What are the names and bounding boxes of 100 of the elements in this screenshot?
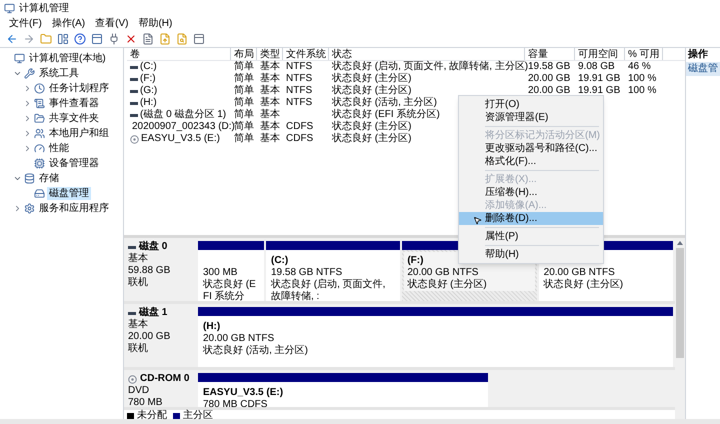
folder-icon[interactable] xyxy=(38,32,53,46)
table-cell-text: 状态良好 (主分区) xyxy=(332,73,412,84)
partition-block[interactable]: (C:) 19.58 GB NTFS 状态良好 (启动, 页面文件, 故障转储, : xyxy=(266,241,400,301)
table-cell: 20.00 GB xyxy=(528,73,570,85)
legend-label: 未分配 xyxy=(137,410,167,419)
table-cell: (C:) xyxy=(140,61,157,73)
context-menu-item[interactable]: 资源管理器(E) xyxy=(459,111,603,124)
menu-item[interactable]: 操作(A) xyxy=(52,17,86,30)
partition-status: 状态良好 (启动, 页面文件, 故障转储, : xyxy=(271,279,386,301)
disk-label-panel[interactable]: CD-ROM 0 DVD 780 MB xyxy=(124,370,198,407)
partition-size: 20.00 GB NTFS xyxy=(544,267,616,278)
column-header[interactable]: 状态 xyxy=(329,48,525,60)
expander-icon[interactable] xyxy=(12,69,22,78)
menu-item[interactable]: 帮助(H) xyxy=(138,17,172,30)
table-cell: 19.91 GB xyxy=(578,85,620,97)
tree-item[interactable]: 本地用户和组 xyxy=(47,127,111,140)
table-cell: (磁盘 0 磁盘分区 1) xyxy=(140,109,226,121)
disk-info: 20.00 GB xyxy=(128,331,172,342)
legend-label: 主分区 xyxy=(183,410,213,419)
column-header[interactable]: 卷 xyxy=(127,48,231,60)
table-cell: 19.91 GB xyxy=(578,73,620,85)
column-header[interactable]: 布局 xyxy=(231,48,257,60)
context-menu-item[interactable]: 更改驱动器号和路径(C)... xyxy=(459,142,603,155)
disk-info: 联机 xyxy=(128,277,149,289)
storage-icon xyxy=(24,173,35,184)
column-header[interactable]: % 可用 xyxy=(625,48,663,60)
disk-name: CD-ROM 0 xyxy=(140,373,190,385)
table-cell: CDFS xyxy=(286,121,314,133)
partition-title: (H:) xyxy=(203,321,222,333)
context-menu-item[interactable]: 格式化(F)... xyxy=(459,155,603,168)
help-icon[interactable] xyxy=(72,32,87,46)
disk-label-panel[interactable]: 磁盘 0 基本 59.88 GB 联机 xyxy=(124,238,198,301)
partition-block[interactable]: (H:) 20.00 GB NTFS 状态良好 (活动, 主分区) xyxy=(198,307,673,367)
computer-icon xyxy=(14,53,25,64)
column-header[interactable]: 类型 xyxy=(257,48,283,60)
tree-item[interactable]: 计算机管理(本地) xyxy=(27,52,108,65)
tree-item[interactable]: 任务计划程序 xyxy=(47,82,111,95)
tree-item[interactable]: 事件查看器 xyxy=(47,97,101,110)
tree-item[interactable]: 系统工具 xyxy=(37,67,81,80)
table-cell-text: 状态良好 (启动, 页面文件, 故障转储, 主分区) xyxy=(332,61,528,72)
table-cell: 19.58 GB xyxy=(528,61,570,73)
table-cell-text: 简单 xyxy=(234,109,254,120)
panel-icon[interactable] xyxy=(55,32,70,46)
partition-block[interactable]: 300 MB 状态良好 (EFI 系统分 xyxy=(198,241,264,301)
disk-info: 59.88 GB xyxy=(128,265,172,276)
table-cell-text: 简单 xyxy=(234,121,254,132)
partition-block[interactable]: EASYU_V3.5 (E:) 780 MB CDFS xyxy=(198,373,488,407)
table-cell: 20200907_002343 (D:) xyxy=(132,121,235,133)
table-cell-text: 简单 xyxy=(234,85,254,96)
table-cell-text: 状态良好 (活动, 主分区) xyxy=(332,97,437,108)
column-header[interactable]: 可用空间 xyxy=(575,48,625,60)
partition-status: 状态良好 (主分区) xyxy=(407,279,488,291)
table-cell: (G:) xyxy=(140,85,158,97)
disc-icon xyxy=(130,134,139,144)
context-menu-item[interactable]: 打开(O) xyxy=(459,98,603,111)
table-cell-text: 基本 xyxy=(260,61,280,72)
table-cell: 状态良好 (主分区) xyxy=(332,133,412,145)
hard-drive-icon xyxy=(34,188,45,199)
table-cell: 100 % xyxy=(628,73,656,85)
folder-icon xyxy=(34,113,45,124)
toolbox-icon xyxy=(24,68,35,79)
partition-title: (C:) xyxy=(271,255,290,267)
table-cell-text: 基本 xyxy=(260,97,280,108)
partition-status: 状态良好 (活动, 主分区) xyxy=(203,345,309,357)
context-menu-item[interactable]: 压缩卷(H)... xyxy=(459,186,603,199)
scrollbar[interactable] xyxy=(675,238,685,419)
users-icon xyxy=(34,128,45,139)
table-cell-text: 简单 xyxy=(234,97,254,108)
disk-info: 基本 xyxy=(128,253,149,265)
action-item[interactable]: 磁盘管 xyxy=(686,62,720,76)
window-icon[interactable] xyxy=(89,32,104,46)
log-icon xyxy=(34,98,45,109)
window-icon[interactable] xyxy=(191,32,206,46)
tree-item[interactable]: 磁盘管理 xyxy=(47,187,91,200)
menu-item[interactable]: 文件(F) xyxy=(9,17,42,30)
gear-icon xyxy=(24,203,35,214)
scroll-thumb[interactable] xyxy=(676,248,684,358)
table-cell-text: 基本 xyxy=(260,121,280,132)
partition-status: 状态良好 (EFI 系统分 xyxy=(203,279,257,301)
table-cell: 简单 xyxy=(234,133,254,145)
context-menu-item[interactable]: 删除卷(D)... xyxy=(459,212,603,225)
column-header[interactable]: 容量 xyxy=(525,48,575,60)
partition-size: 20.00 GB NTFS xyxy=(203,333,276,344)
tree-item[interactable]: 共享文件夹 xyxy=(47,112,101,125)
table-cell: CDFS xyxy=(286,133,314,145)
tree-item[interactable]: 服务和应用程序 xyxy=(37,202,111,215)
table-cell-text: 状态良好 (主分区) xyxy=(332,85,412,96)
context-menu-item[interactable]: 属性(P) xyxy=(459,230,603,243)
disk-label-panel[interactable]: 磁盘 1 基本 20.00 GB 联机 xyxy=(124,304,198,367)
menu-item[interactable]: 查看(V) xyxy=(95,17,128,30)
tree-item[interactable]: 性能 xyxy=(47,142,71,155)
table-cell: NTFS xyxy=(286,73,312,85)
tree-item[interactable]: 设备管理器 xyxy=(47,157,101,170)
table-cell-text: 状态良好 (EFI 系统分区) xyxy=(332,109,440,120)
expander-icon[interactable] xyxy=(12,174,22,183)
column-header[interactable]: 文件系统 xyxy=(283,48,329,60)
tree-item[interactable]: 存储 xyxy=(37,172,61,185)
disk-name: 磁盘 1 xyxy=(139,307,168,318)
partition-title: EASYU_V3.5 (E:) xyxy=(203,387,284,399)
table-cell: NTFS xyxy=(286,97,312,109)
